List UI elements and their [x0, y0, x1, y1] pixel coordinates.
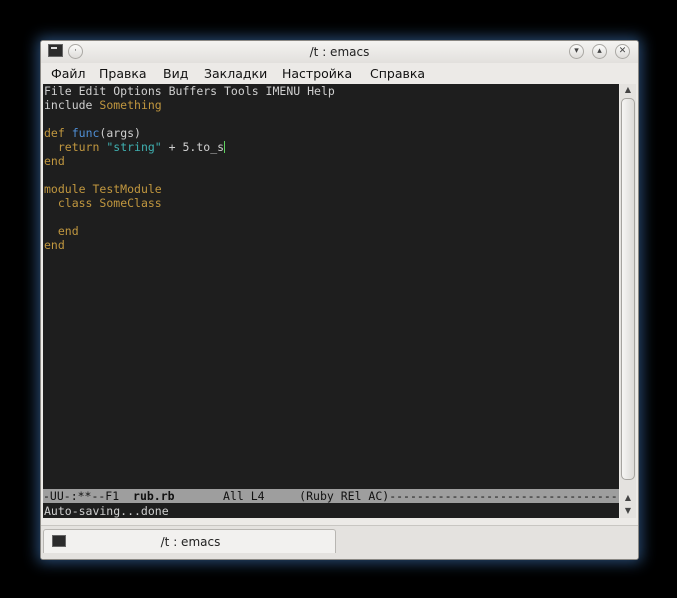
mode-line-prefix: -UU-:**--F1 [43, 489, 134, 503]
minimize-button[interactable]: ▾ [569, 44, 584, 59]
code-line: include Something [44, 98, 162, 112]
keyword: def [44, 126, 65, 140]
menu-bar: Файл Правка Вид Закладки Настройка Справ… [41, 63, 638, 83]
keyword: end [44, 238, 65, 252]
scrollbar-thumb[interactable] [621, 98, 635, 480]
keyword: class [57, 196, 93, 210]
menu-help[interactable]: Справка [370, 66, 425, 81]
title-bar[interactable]: · /t : emacs ▾ ▴ ✕ [41, 41, 638, 63]
konsole-window: · /t : emacs ▾ ▴ ✕ Файл Правка Вид Закла… [40, 40, 639, 560]
echo-area: Auto-saving...done [44, 504, 169, 518]
scroll-up-icon[interactable]: ▲ [621, 84, 635, 96]
buffer-name[interactable]: rub.rb [133, 489, 175, 503]
code-line: class SomeClass [44, 196, 162, 210]
code-line: end [44, 238, 65, 252]
mode-line: -UU-:**--F1 rub.rb All L4 (Ruby REl AC)-… [43, 489, 619, 503]
code-line: module TestModule [44, 182, 162, 196]
keyword: return [57, 140, 100, 154]
menu-file[interactable]: Файл [51, 66, 86, 81]
menu-edit[interactable]: Правка [99, 66, 147, 81]
keyword: end [44, 154, 65, 168]
tab-emacs[interactable]: /t : emacs [43, 529, 336, 553]
mode-line-suffix: All L4 (Ruby REl AC)--------------------… [174, 489, 619, 503]
emacs-menu-bar[interactable]: File Edit Options Buffers Tools IMENU He… [44, 84, 335, 98]
vertical-scrollbar[interactable]: ▲ ▲ ▼ [620, 84, 636, 518]
code-line: return "string" + 5.to_s [44, 140, 226, 154]
string-literal: "string" [106, 140, 162, 154]
code-line: def func(args) [44, 126, 141, 140]
menu-settings[interactable]: Настройка [282, 66, 352, 81]
window-title: /t : emacs [309, 45, 370, 59]
maximize-icon: ▴ [597, 46, 602, 56]
arguments: (args) [99, 126, 141, 140]
menu-view[interactable]: Вид [163, 66, 188, 81]
keyword: include [44, 98, 93, 112]
scroll-up-icon[interactable]: ▲ [621, 492, 635, 504]
maximize-button[interactable]: ▴ [592, 44, 607, 59]
tab-bar: /t : emacs [41, 525, 638, 559]
code-line: end [44, 224, 79, 238]
constant: Something [99, 98, 162, 112]
code-line: end [44, 154, 65, 168]
tab-label: /t : emacs [160, 535, 221, 549]
text-cursor [224, 141, 226, 153]
terminal-area[interactable]: File Edit Options Buffers Tools IMENU He… [43, 84, 619, 518]
expression: + 5.to_s [161, 140, 225, 154]
close-button[interactable]: ✕ [615, 44, 630, 59]
function-name: func [71, 126, 100, 140]
constant: SomeClass [99, 196, 162, 210]
keyword: end [57, 224, 79, 238]
minimize-icon: ▾ [574, 46, 579, 56]
close-icon: ✕ [618, 46, 627, 56]
constant: TestModule [92, 182, 162, 196]
scroll-down-icon[interactable]: ▼ [621, 505, 635, 517]
keyword: module [44, 182, 86, 196]
menu-bookmarks[interactable]: Закладки [204, 66, 267, 81]
